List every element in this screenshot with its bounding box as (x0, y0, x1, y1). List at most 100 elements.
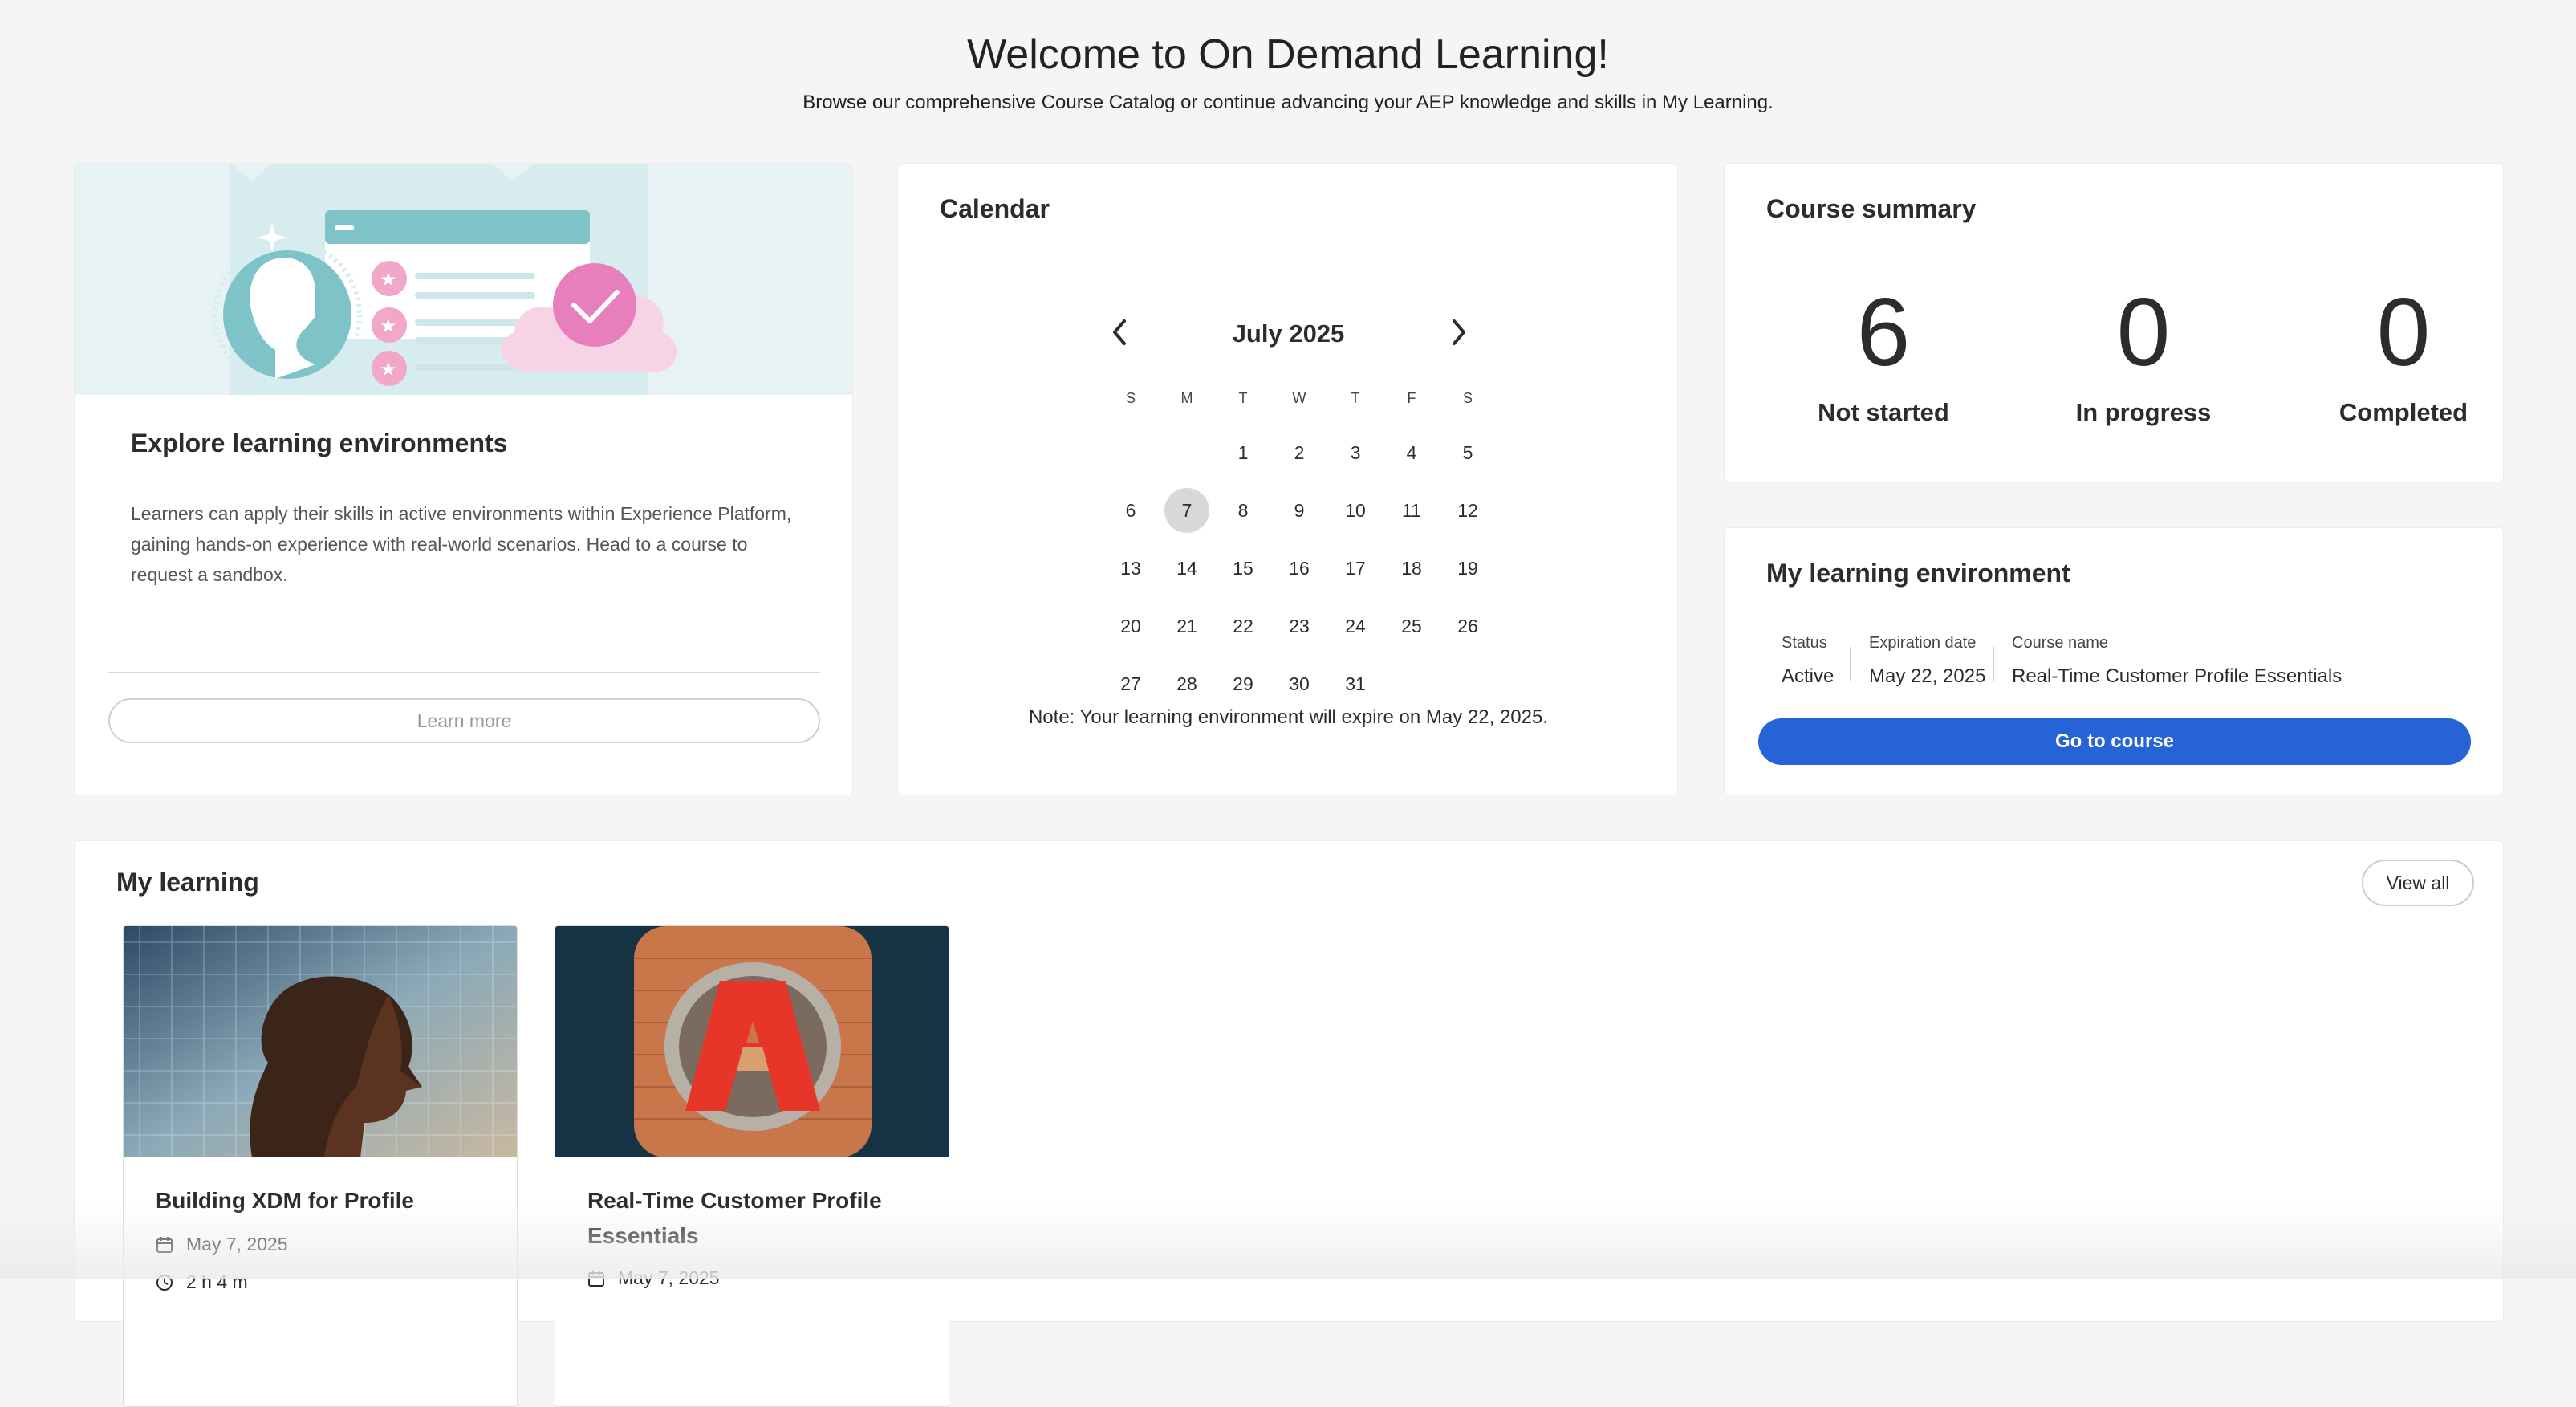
calendar-card: Calendar July 2025 S M T W T F S 1 2 3 4 5 6 7 8 9 10 11 1… (897, 163, 1678, 795)
weekday-header: F (1407, 390, 1416, 406)
calendar-title: Calendar (940, 194, 1050, 223)
calendar-day[interactable]: 13 (1103, 539, 1159, 597)
course-duration-text: 2 h 4 m (186, 1271, 248, 1292)
calendar-day[interactable]: 31 (1327, 655, 1383, 713)
status-label: Status (1782, 634, 1827, 652)
explore-card: ★ ★ ★ Explore learning environments Learne… (74, 163, 853, 795)
divider (1850, 647, 1851, 681)
calendar-day[interactable]: 23 (1271, 597, 1327, 655)
calendar-day[interactable]: 22 (1215, 597, 1271, 655)
calendar-day[interactable]: 10 (1327, 482, 1383, 539)
page-subtitle: Browse our comprehensive Course Catalog … (802, 91, 1774, 113)
divider (1993, 647, 1994, 681)
chevron-right-icon (1453, 319, 1465, 345)
calendar-day[interactable]: 6 (1103, 482, 1159, 539)
calendar-day[interactable]: 19 (1440, 539, 1496, 597)
calendar-day[interactable]: 26 (1440, 597, 1496, 655)
environment-status: Status Active (1782, 634, 1834, 688)
calendar-empty-cell (1159, 424, 1215, 482)
calendar-day[interactable]: 25 (1383, 597, 1440, 655)
calendar-day[interactable]: 27 (1103, 655, 1159, 713)
divider (108, 672, 820, 673)
calendar-day[interactable]: 1 (1215, 424, 1271, 482)
my-learning-title: My learning (116, 868, 259, 897)
course-summary-card: Course summary 6 Not started 0 In progre… (1724, 163, 2504, 482)
expiration-value: May 22, 2025 (1869, 665, 1986, 687)
explore-title: Explore learning environments (131, 429, 508, 457)
my-learning-section: My learning View all Building XDM for Pr… (74, 840, 2504, 1407)
learning-environment-card: My learning environment Status Active Ex… (1724, 527, 2504, 795)
calendar-day[interactable]: 18 (1383, 539, 1440, 597)
summary-title: Course summary (1766, 194, 1977, 223)
course-date-text: May 7, 2025 (618, 1267, 720, 1288)
calendar-day[interactable]: 14 (1159, 539, 1215, 597)
svg-text:★: ★ (380, 315, 397, 337)
course-name-label: Course name (2012, 634, 2109, 652)
calendar-day[interactable]: 2 (1271, 424, 1327, 482)
weekday-header: M (1180, 390, 1193, 406)
svg-text:★: ★ (380, 358, 397, 380)
course-date: May 7, 2025 (156, 1234, 288, 1255)
calendar-day[interactable]: 11 (1383, 482, 1440, 539)
calendar-day[interactable]: 16 (1271, 539, 1327, 597)
course-date-text: May 7, 2025 (186, 1234, 288, 1255)
go-to-course-button[interactable]: Go to course (1758, 718, 2471, 765)
environment-expiration: Expiration date May 22, 2025 (1869, 634, 1985, 688)
calendar-day[interactable]: 24 (1327, 597, 1383, 655)
environment-course: Course name Real-Time Customer Profile E… (2012, 634, 2342, 688)
calendar-icon (588, 1270, 604, 1287)
next-month-button[interactable] (1440, 313, 1478, 352)
calendar-day[interactable]: 28 (1159, 655, 1215, 713)
stat-value: 0 (2116, 279, 2171, 386)
calendar-day[interactable]: 9 (1271, 482, 1327, 539)
learn-more-button[interactable]: Learn more (108, 698, 820, 743)
explore-banner-illustration: ★ ★ ★ (75, 164, 852, 395)
course-date: May 7, 2025 (587, 1267, 720, 1289)
calendar-day[interactable]: 20 (1103, 597, 1159, 655)
course-thumbnail (555, 926, 949, 1157)
calendar-empty-cell (1103, 424, 1159, 482)
calendar-grid: S M T W T F S 1 2 3 4 5 6 7 8 9 10 11 12 13 14 15 16 17 18 19 20 21… (1103, 372, 1496, 713)
calendar-day[interactable]: 17 (1327, 539, 1383, 597)
view-all-button[interactable]: View all (2362, 860, 2474, 906)
calendar-day[interactable]: 30 (1271, 655, 1327, 713)
course-name-value: Real-Time Customer Profile Essentials (2012, 665, 2342, 687)
stat-value: 6 (1856, 279, 1911, 386)
course-card[interactable]: Building XDM for Profile May 7, 2025 2 h… (123, 925, 518, 1407)
weekday-header: S (1125, 390, 1136, 406)
expiration-label: Expiration date (1869, 634, 1977, 652)
weekday-header: W (1292, 390, 1306, 406)
explore-description: Learners can apply their skills in activ… (131, 503, 792, 585)
stat-label: Not started (1818, 398, 1949, 426)
calendar-day[interactable]: 3 (1327, 424, 1383, 482)
svg-text:★: ★ (380, 268, 397, 291)
course-thumbnail (124, 926, 517, 1157)
clock-icon (156, 1274, 173, 1291)
stat-label: Completed (2338, 398, 2468, 426)
learning-illustration: ★ ★ ★ (213, 164, 677, 395)
calendar-note: Note: Your learning environment will exp… (1028, 706, 1549, 728)
calendar-day[interactable]: 21 (1159, 597, 1215, 655)
calendar-day[interactable]: 29 (1215, 655, 1271, 713)
stat-value: 0 (2376, 279, 2431, 386)
calendar-day-selected[interactable]: 7 (1159, 482, 1215, 539)
course-title: Real-Time Customer Profile Essentials (587, 1188, 882, 1248)
calendar-day[interactable]: 8 (1215, 482, 1271, 539)
weekday-header: T (1351, 390, 1360, 406)
weekday-header: S (1462, 390, 1473, 406)
calendar-month: July 2025 (1232, 319, 1345, 348)
calendar-day[interactable]: 15 (1215, 539, 1271, 597)
environment-title: My learning environment (1766, 559, 2070, 588)
calendar-day[interactable]: 4 (1383, 424, 1440, 482)
stat-completed: 0 Completed (2283, 276, 2524, 427)
calendar-day[interactable]: 5 (1440, 424, 1496, 482)
page-title: Welcome to On Demand Learning! (967, 31, 1609, 78)
calendar-day[interactable]: 12 (1440, 482, 1496, 539)
course-card[interactable]: Real-Time Customer Profile Essentials Ma… (555, 925, 949, 1407)
stat-not-started: 6 Not started (1763, 276, 2004, 427)
calendar-icon (156, 1236, 173, 1253)
status-value: Active (1782, 665, 1834, 687)
course-title: Building XDM for Profile (156, 1188, 414, 1213)
weekday-header: T (1238, 390, 1248, 406)
stat-in-progress: 0 In progress (2023, 276, 2264, 427)
